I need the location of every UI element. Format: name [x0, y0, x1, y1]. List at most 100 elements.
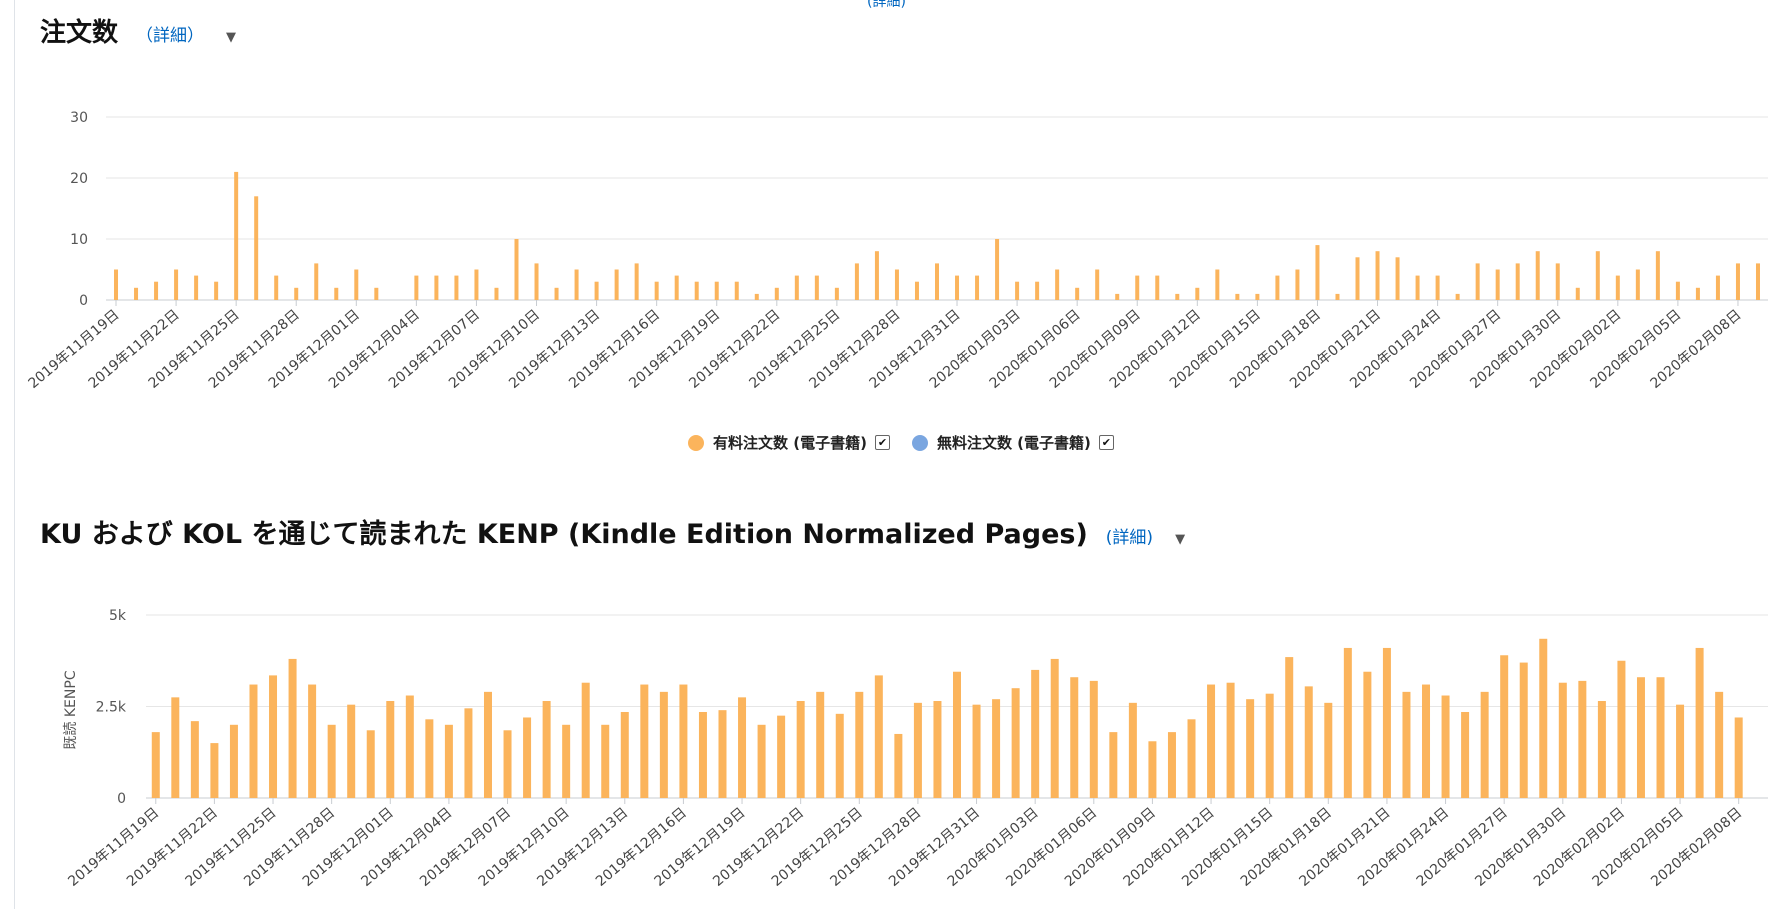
bar [581, 682, 590, 798]
legend-item-paid-orders[interactable]: 有料注文数 (電子書籍) ✔ [688, 432, 890, 453]
bar [1075, 287, 1080, 300]
bar [151, 732, 160, 798]
bar [374, 287, 379, 300]
bar [679, 684, 688, 798]
bar [1095, 269, 1100, 300]
bar [594, 281, 599, 300]
bar [855, 691, 864, 798]
bar [1655, 251, 1660, 300]
legend-item-free-orders[interactable]: 無料注文数 (電子書籍) ✔ [911, 432, 1114, 453]
bar [1597, 701, 1606, 798]
bar [614, 269, 619, 300]
bar [405, 695, 414, 798]
bar [334, 287, 339, 300]
y-tick-label: 2.5k [96, 700, 127, 716]
bar [975, 275, 980, 300]
previous-section-detail-link[interactable]: (詳細) [867, 0, 906, 11]
bar [434, 275, 439, 300]
bar [1031, 669, 1040, 798]
bar [1265, 693, 1274, 798]
bar [774, 287, 779, 300]
bar [1675, 281, 1680, 300]
bar [274, 275, 279, 300]
y-tick-label: 0 [79, 293, 88, 309]
order-count-dropdown-icon[interactable]: ▼ [226, 30, 236, 45]
order-count-legend: 有料注文数 (電子書籍) ✔ 無料注文数 (電子書籍) ✔ [688, 432, 1136, 453]
bar [234, 171, 239, 300]
paid-orders-color-dot [688, 434, 704, 451]
bar [1246, 699, 1255, 798]
bar [1055, 269, 1060, 300]
bar [269, 675, 278, 798]
bar [738, 697, 747, 798]
bar [1343, 647, 1352, 798]
bar [366, 730, 375, 798]
bar [1115, 293, 1120, 300]
order-count-detail-link[interactable]: （詳細） [136, 21, 204, 46]
bar [1676, 704, 1685, 798]
bar [1515, 263, 1520, 300]
bar [1402, 691, 1411, 798]
bar [694, 281, 699, 300]
kenp-title: KU および KOL を通じて読まれた KENP (Kindle Edition… [40, 519, 1088, 550]
bar [134, 287, 139, 300]
free-orders-checkbox[interactable]: ✔ [1098, 435, 1114, 450]
bar [1735, 263, 1740, 300]
bar [174, 269, 179, 300]
bar [754, 293, 759, 300]
bar [894, 269, 899, 300]
order-count-header: 注文数 （詳細） ▼ [40, 12, 236, 49]
bar [1295, 269, 1300, 300]
bar [1558, 682, 1567, 798]
bar [1575, 287, 1580, 300]
order-count-chart: 01020302019年11月19日2019年11月22日2019年11月25日… [26, 110, 1768, 392]
kenp-detail-link[interactable]: (詳細) [1106, 523, 1153, 548]
bar [1635, 269, 1640, 300]
bar [1335, 293, 1340, 300]
bar [794, 275, 799, 300]
bar [1695, 647, 1704, 798]
bar [542, 701, 551, 798]
bar [464, 708, 473, 798]
order-count-title: 注文数 [40, 18, 119, 48]
bar [554, 287, 559, 300]
bar [154, 281, 159, 300]
bar [1089, 680, 1098, 798]
bar [659, 691, 668, 798]
bar [995, 239, 1000, 300]
bar [534, 263, 539, 300]
bar [1422, 684, 1431, 798]
bar [654, 281, 659, 300]
bar [1455, 293, 1460, 300]
bar [1195, 287, 1200, 300]
bar [834, 287, 839, 300]
bar [1375, 251, 1380, 300]
bar [1695, 287, 1700, 300]
bar [444, 724, 453, 798]
paid-orders-checkbox[interactable]: ✔ [874, 435, 890, 450]
bar [992, 699, 1001, 798]
bar [1135, 275, 1140, 300]
kenp-header: KU および KOL を通じて読まれた KENP (Kindle Edition… [40, 512, 1185, 551]
bar [214, 281, 219, 300]
bar [523, 717, 532, 798]
kenp-dropdown-icon[interactable]: ▼ [1175, 532, 1185, 547]
bar [620, 711, 629, 798]
bar [1595, 251, 1600, 300]
bar [835, 713, 844, 798]
free-orders-legend-label: 無料注文数 (電子書籍) [936, 434, 1091, 452]
bar [777, 715, 786, 798]
bar [1539, 638, 1548, 798]
bar [674, 275, 679, 300]
bar [314, 263, 319, 300]
bar [1415, 275, 1420, 300]
bar [1315, 245, 1320, 300]
bar [1128, 702, 1137, 798]
bar [601, 724, 610, 798]
bar [1617, 660, 1626, 798]
bar [1441, 695, 1450, 798]
bar [327, 724, 336, 798]
bar [714, 281, 719, 300]
bar [294, 287, 299, 300]
y-tick-label: 0 [117, 791, 126, 807]
